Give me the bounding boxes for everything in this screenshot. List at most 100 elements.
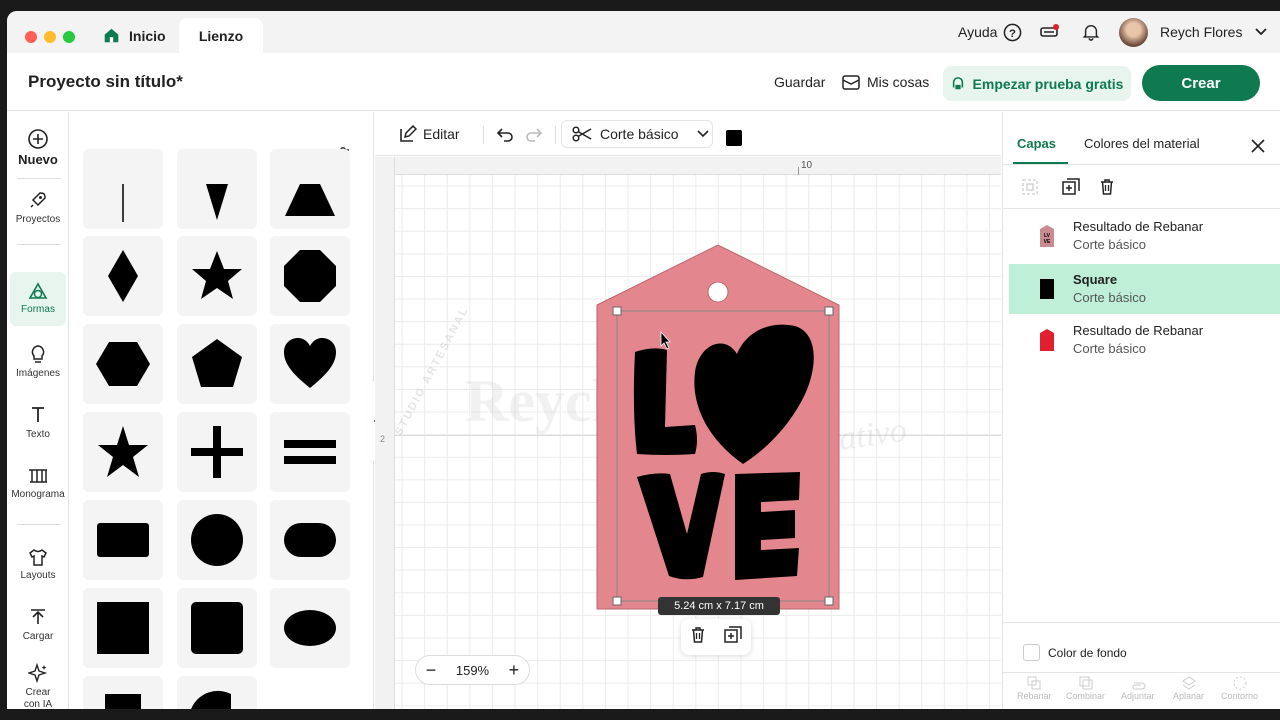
combine-button[interactable]: Combinar — [1066, 675, 1105, 701]
paperclip-icon — [1132, 682, 1146, 690]
project-title[interactable]: Proyecto sin título* — [28, 72, 183, 92]
title-bar: Inicio Lienzo Ayuda ? Reych Flores — [7, 11, 1280, 53]
zoom-in-button[interactable]: + — [509, 661, 520, 679]
attach-button[interactable]: Adjuntar — [1121, 675, 1155, 701]
undo-button[interactable] — [496, 126, 514, 147]
help-button[interactable]: Ayuda ? — [958, 11, 1022, 53]
machine-button[interactable] — [1039, 11, 1059, 53]
close-icon — [1251, 139, 1265, 153]
shape-triangle-down[interactable] — [177, 149, 257, 229]
offset-button[interactable]: Contorno — [1221, 675, 1258, 701]
shape-octagon[interactable] — [270, 236, 350, 316]
close-panel-button[interactable] — [1251, 139, 1265, 158]
tab-label: Capas — [1017, 136, 1057, 151]
shape-hexagon[interactable] — [83, 324, 163, 404]
layer-item[interactable]: LV VE Resultado de Rebanar Corte básico — [1009, 211, 1280, 261]
shape-line[interactable] — [83, 149, 163, 229]
nav-item-formas[interactable]: Formas — [10, 272, 66, 326]
shape-square-2[interactable] — [83, 676, 163, 709]
tag-thumbnail-icon — [1040, 329, 1054, 351]
operation-select[interactable]: Corte básico — [561, 120, 713, 148]
nav-item-nuevo[interactable]: Nuevo — [10, 128, 66, 166]
shape-pill[interactable] — [270, 500, 350, 580]
slice-button[interactable]: Rebanar — [1017, 675, 1052, 701]
my-stuff-button[interactable]: Mis cosas — [842, 74, 929, 90]
tab-colores-material[interactable]: Colores del material — [1084, 136, 1200, 151]
selection-handle[interactable] — [824, 306, 834, 316]
shape-pentagon[interactable] — [177, 324, 257, 404]
nav-item-imagenes[interactable]: Imágenes — [10, 344, 66, 380]
create-button[interactable]: Crear — [1142, 65, 1260, 101]
shape-square[interactable] — [83, 588, 163, 668]
selection-handle[interactable] — [612, 306, 622, 316]
shape-star-small[interactable] — [83, 412, 163, 492]
app-window: Inicio Lienzo Ayuda ? Reych Flores Proye… — [7, 11, 1280, 709]
shape-trapezoid[interactable] — [270, 149, 350, 229]
shape-rounded-square[interactable] — [177, 588, 257, 668]
nav-item-monograma[interactable]: Monograma — [10, 467, 66, 501]
shape-heart[interactable] — [270, 324, 350, 404]
layer-item[interactable]: Resultado de Rebanar Corte básico — [1009, 315, 1280, 365]
duplicate-selection-button[interactable] — [724, 625, 742, 649]
save-button[interactable]: Guardar — [774, 74, 825, 90]
duplicate-icon — [724, 625, 742, 643]
user-menu[interactable]: Reych Flores — [1119, 11, 1268, 53]
notifications-button[interactable] — [1082, 11, 1100, 53]
tag-design[interactable] — [595, 242, 845, 614]
nav-item-crear-ia[interactable]: Crear con IA — [10, 663, 66, 709]
close-window-button[interactable] — [25, 31, 37, 43]
background-color-label: Color de fondo — [1048, 645, 1127, 660]
selection-handle[interactable] — [612, 596, 622, 606]
action-label: Rebanar — [1017, 691, 1052, 701]
tab-lienzo[interactable]: Lienzo — [179, 18, 263, 53]
shape-circle[interactable] — [177, 500, 257, 580]
background-color-toggle[interactable]: Color de fondo — [1023, 644, 1127, 661]
shape-quarter-circle[interactable] — [177, 676, 257, 709]
flatten-icon — [1181, 676, 1196, 690]
selection-handle[interactable] — [824, 596, 834, 606]
rounded-square-icon — [191, 602, 243, 654]
redo-button[interactable] — [525, 126, 543, 147]
nav-item-texto[interactable]: Texto — [10, 405, 66, 441]
nav-item-layouts[interactable]: Layouts — [10, 548, 66, 582]
selection-actions — [681, 619, 751, 655]
canvas-toolbar: Editar Corte básico — [375, 112, 1001, 156]
edit-button[interactable]: Editar — [399, 125, 460, 143]
panel-divider — [1003, 672, 1280, 673]
help-label: Ayuda — [958, 24, 998, 40]
line-shape-icon — [122, 184, 124, 222]
delete-layer-button[interactable] — [1099, 178, 1115, 200]
group-button[interactable] — [1021, 178, 1039, 201]
ellipse-icon — [284, 610, 336, 646]
love-letter-e[interactable] — [735, 472, 800, 580]
layer-item-selected[interactable]: Square Corte básico — [1009, 264, 1280, 314]
shape-rounded-rect[interactable] — [83, 500, 163, 580]
layer-text: Square Corte básico — [1073, 271, 1146, 307]
left-nav: Nuevo Proyectos Formas Imágenes Texto Mo… — [7, 112, 69, 709]
nav-item-proyectos[interactable]: Proyectos — [10, 190, 66, 226]
svg-text:?: ? — [1009, 27, 1016, 39]
panel-divider — [1003, 164, 1280, 165]
shape-plus[interactable] — [177, 412, 257, 492]
zoom-window-button[interactable] — [63, 31, 75, 43]
shape-star[interactable] — [177, 236, 257, 316]
zoom-out-button[interactable]: − — [426, 661, 437, 679]
flatten-button[interactable]: Aplanar — [1173, 675, 1204, 701]
shirt-icon — [29, 549, 47, 566]
ruler-mark-left: 2 — [380, 434, 386, 444]
tab-capas[interactable]: Capas — [1017, 136, 1056, 151]
minimize-window-button[interactable] — [44, 31, 56, 43]
circle-icon — [191, 514, 243, 566]
home-icon — [104, 28, 119, 43]
delete-selection-button[interactable] — [690, 626, 706, 648]
shape-ellipse[interactable] — [270, 588, 350, 668]
tab-inicio[interactable]: Inicio — [103, 18, 166, 53]
shape-diamond[interactable] — [83, 236, 163, 316]
duplicate-layer-button[interactable] — [1062, 178, 1080, 201]
shape-equals[interactable] — [270, 412, 350, 492]
color-swatch[interactable] — [726, 130, 742, 146]
background-color-checkbox[interactable] — [1023, 644, 1040, 661]
edit-icon — [400, 125, 417, 142]
trial-button[interactable]: Empezar prueba gratis — [943, 66, 1131, 101]
nav-item-cargar[interactable]: Cargar — [10, 609, 66, 643]
